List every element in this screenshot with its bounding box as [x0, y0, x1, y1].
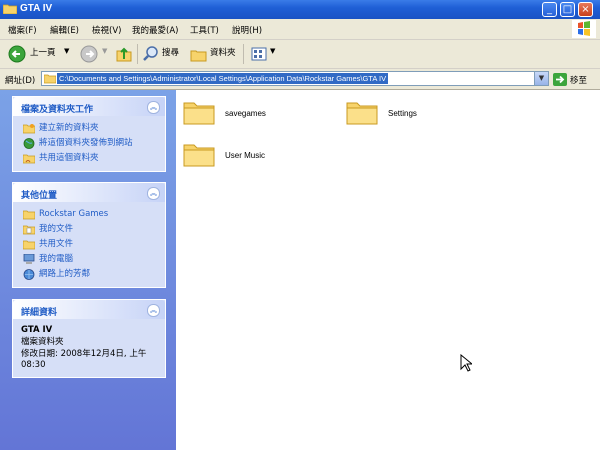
place-my-documents[interactable]: 我的文件: [13, 222, 165, 237]
folder-item-savegames[interactable]: savegames: [183, 96, 333, 130]
folder-item-user-music[interactable]: User Music: [183, 138, 333, 172]
task-pane: 檔案及資料夾工作 ︽ 建立新的資料夾 將這個資料夾發佈到網站 共用這個資料夾 其…: [0, 90, 176, 450]
shared-folder-icon: [23, 154, 35, 164]
file-tasks-title: 檔案及資料夾工作: [21, 105, 94, 115]
explorer-window: GTA IV _ □ × 檔案(F) 編輯(E) 檢視(V) 我的最愛(A) 工…: [0, 0, 600, 450]
title-bar[interactable]: GTA IV _ □ ×: [0, 0, 600, 19]
window-title: GTA IV: [20, 3, 53, 14]
windows-logo-icon: [572, 20, 596, 38]
up-folder-icon[interactable]: [115, 45, 133, 63]
folder-icon: [23, 240, 35, 250]
folder-label: User Music: [225, 151, 266, 160]
details-name: GTA IV: [21, 325, 53, 335]
details-title: 詳細資料: [21, 308, 58, 318]
search-icon[interactable]: [142, 45, 160, 63]
minimize-button[interactable]: _: [542, 2, 557, 17]
folder-item-settings[interactable]: Settings: [346, 96, 496, 130]
folder-icon: [183, 144, 215, 167]
file-tasks-header[interactable]: 檔案及資料夾工作 ︽: [13, 97, 165, 116]
folder-icon: [183, 102, 215, 125]
folders-icon[interactable]: [190, 45, 208, 63]
menu-favorites[interactable]: 我的最愛(A): [132, 24, 178, 36]
menu-tools[interactable]: 工具(T): [190, 24, 219, 36]
menu-bar: 檔案(F) 編輯(E) 檢視(V) 我的最愛(A) 工具(T) 說明(H): [0, 19, 600, 40]
go-button-label[interactable]: 移至: [570, 74, 587, 86]
toolbar-separator: [137, 44, 138, 64]
place-rockstar-games[interactable]: Rockstar Games: [13, 207, 165, 222]
network-icon: [23, 269, 35, 280]
address-path[interactable]: C:\Documents and Settings\Administrator\…: [57, 73, 389, 84]
menu-help[interactable]: 說明(H): [232, 24, 262, 36]
details-header[interactable]: 詳細資料 ︽: [13, 300, 165, 319]
place-shared-documents[interactable]: 共用文件: [13, 237, 165, 252]
details-modified: 修改日期: 2008年12月4日, 上午 08:30: [21, 349, 147, 370]
other-places-header[interactable]: 其他位置 ︽: [13, 183, 165, 202]
close-button[interactable]: ×: [578, 2, 593, 17]
task-new-folder[interactable]: 建立新的資料夾: [13, 121, 165, 136]
menu-view[interactable]: 檢視(V): [92, 24, 121, 36]
file-list-area[interactable]: savegames Settings User Music: [176, 90, 600, 450]
documents-folder-icon: [23, 225, 35, 235]
search-button-label[interactable]: 搜尋: [162, 46, 179, 58]
toolbar-separator: [243, 44, 244, 64]
globe-icon: [23, 138, 35, 149]
forward-arrow-icon[interactable]: [80, 45, 98, 63]
back-arrow-icon[interactable]: [8, 45, 26, 63]
address-bar: 網址(D) C:\Documents and Settings\Administ…: [0, 69, 600, 90]
views-dropdown-chevron-icon[interactable]: ▼: [270, 47, 275, 55]
computer-icon: [23, 254, 35, 264]
back-button-label[interactable]: 上一頁: [30, 46, 56, 58]
details-panel: 詳細資料 ︽ GTA IV 檔案資料夾 修改日期: 2008年12月4日, 上午…: [12, 299, 166, 378]
other-places-title: 其他位置: [21, 191, 58, 201]
folder-label: Settings: [388, 109, 417, 118]
file-tasks-panel: 檔案及資料夾工作 ︽ 建立新的資料夾 將這個資料夾發佈到網站 共用這個資料夾: [12, 96, 166, 172]
collapse-chevron-icon[interactable]: ︽: [147, 187, 160, 200]
address-input[interactable]: C:\Documents and Settings\Administrator\…: [41, 71, 549, 86]
go-arrow-icon[interactable]: [553, 73, 567, 86]
task-publish-web[interactable]: 將這個資料夾發佈到網站: [13, 136, 165, 151]
details-type: 檔案資料夾: [21, 337, 64, 347]
place-my-computer[interactable]: 我的電腦: [13, 252, 165, 267]
folder-icon: [3, 4, 17, 14]
folder-label: savegames: [225, 109, 266, 118]
views-icon[interactable]: [250, 45, 268, 63]
new-folder-icon: [23, 124, 35, 134]
folder-icon: [44, 74, 56, 84]
folder-icon: [23, 210, 35, 220]
forward-dropdown-chevron-icon[interactable]: ▼: [102, 47, 107, 55]
collapse-chevron-icon[interactable]: ︽: [147, 304, 160, 317]
other-places-panel: 其他位置 ︽ Rockstar Games 我的文件 共用文件 我的電腦 網路上…: [12, 182, 166, 288]
folders-button-label[interactable]: 資料夾: [210, 46, 236, 58]
folder-icon: [346, 102, 378, 125]
collapse-chevron-icon[interactable]: ︽: [147, 101, 160, 114]
mouse-cursor-icon: [460, 354, 472, 372]
address-dropdown-icon[interactable]: ▼: [534, 72, 548, 85]
menu-file[interactable]: 檔案(F): [8, 24, 37, 36]
toolbar: 上一頁 ▼ ▼ 搜尋 資料夾 ▼: [0, 40, 600, 69]
task-share-folder[interactable]: 共用這個資料夾: [13, 151, 165, 166]
back-dropdown-chevron-icon[interactable]: ▼: [64, 47, 69, 55]
maximize-button[interactable]: □: [560, 2, 575, 17]
address-label: 網址(D): [5, 76, 36, 86]
place-network[interactable]: 網路上的芳鄰: [13, 267, 165, 282]
menu-edit[interactable]: 編輯(E): [50, 24, 79, 36]
